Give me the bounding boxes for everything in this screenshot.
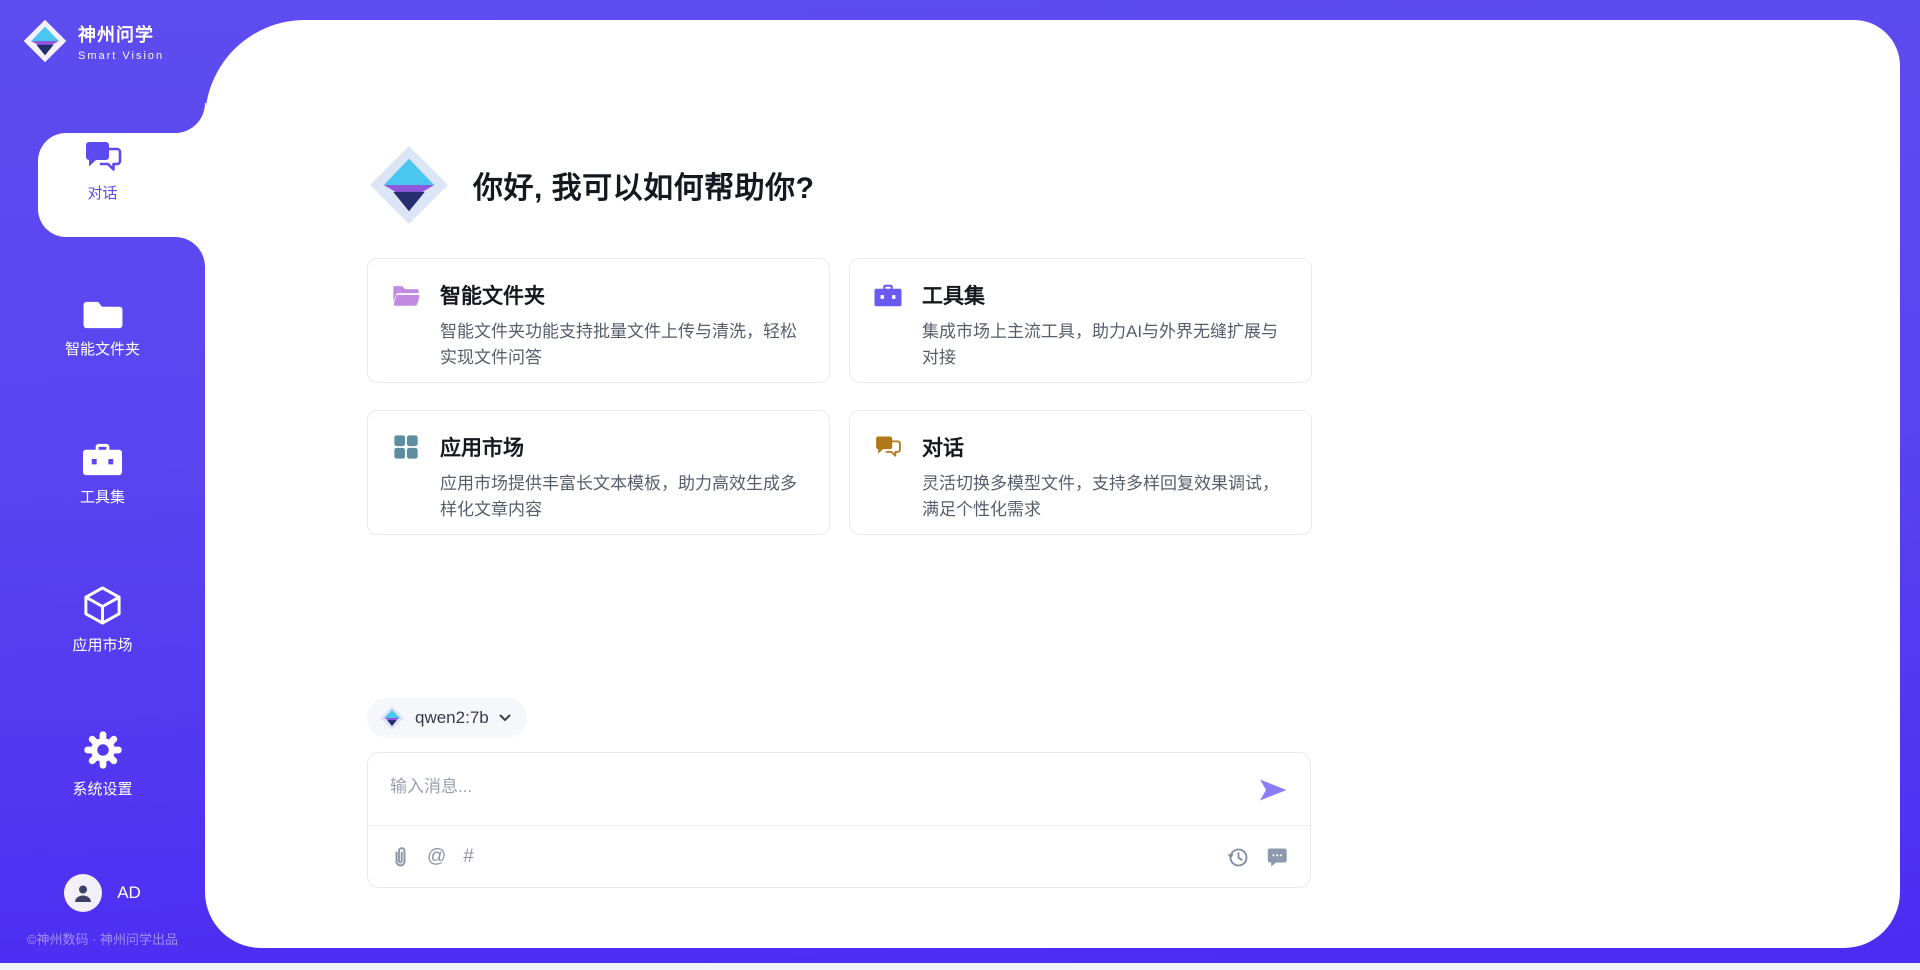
card-toolset[interactable]: 工具集 集成市场上主流工具，助力AI与外界无缝扩展与对接 xyxy=(849,258,1312,383)
attach-button[interactable] xyxy=(390,845,410,869)
main-content: 你好, 我可以如何帮助你? 智能文件夹 智能文件夹功能支持批量文件上传与清洗，轻… xyxy=(367,0,1312,970)
card-app-market[interactable]: 应用市场 应用市场提供丰富长文本模板，助力高效生成多样化文章内容 xyxy=(367,410,830,535)
user-profile[interactable]: AD xyxy=(0,874,205,912)
card-title: 智能文件夹 xyxy=(440,280,545,310)
grid-icon xyxy=(391,432,421,462)
send-button[interactable] xyxy=(1258,777,1288,803)
assistant-logo-icon xyxy=(367,143,451,227)
message-input[interactable] xyxy=(390,767,1230,807)
model-selector[interactable]: qwen2:7b xyxy=(367,698,527,738)
composer: @ # xyxy=(367,752,1311,888)
conversation-button[interactable] xyxy=(1266,847,1288,867)
gear-icon xyxy=(82,729,124,771)
sidebar-item-chat[interactable]: 对话 xyxy=(0,139,205,203)
sidebar-item-label: 应用市场 xyxy=(72,634,132,655)
sidebar-item-label: 系统设置 xyxy=(72,778,132,799)
model-logo-icon xyxy=(379,705,405,731)
composer-tools-right xyxy=(1227,846,1288,868)
chevron-down-icon xyxy=(499,714,511,722)
sidebar-item-smart-folder[interactable]: 智能文件夹 xyxy=(0,296,205,359)
folder-icon xyxy=(81,296,125,331)
card-title: 对话 xyxy=(922,432,964,462)
chat-filled-icon xyxy=(1266,847,1288,867)
hero: 你好, 我可以如何帮助你? xyxy=(367,143,815,227)
composer-toolbar: @ # xyxy=(368,825,1310,887)
sidebar: 神州问学 Smart Vision 对话 智能文件夹 工具集 xyxy=(0,0,205,970)
sidebar-item-label: 智能文件夹 xyxy=(65,338,140,359)
hashtag-button[interactable]: # xyxy=(463,847,474,866)
paperclip-icon xyxy=(390,845,410,869)
sidebar-item-settings[interactable]: 系统设置 xyxy=(0,729,205,799)
card-description: 应用市场提供丰富长文本模板，助力高效生成多样化文章内容 xyxy=(440,471,805,523)
history-icon xyxy=(1227,846,1249,868)
model-name: qwen2:7b xyxy=(415,708,489,728)
chat-bubbles-icon xyxy=(873,432,903,462)
chat-icon xyxy=(83,139,123,175)
brand-subtitle: Smart Vision xyxy=(78,50,164,62)
bottom-edge xyxy=(0,963,1920,970)
person-icon xyxy=(71,881,95,905)
card-title: 工具集 xyxy=(922,280,985,310)
brand-name: 神州问学 xyxy=(78,21,164,47)
avatar xyxy=(64,874,102,912)
card-chat[interactable]: 对话 灵活切换多模型文件，支持多样回复效果调试，满足个性化需求 xyxy=(849,410,1312,535)
brand: 神州问学 Smart Vision xyxy=(22,18,164,64)
user-name: AD xyxy=(117,883,141,903)
history-button[interactable] xyxy=(1227,846,1249,868)
greeting-title: 你好, 我可以如何帮助你? xyxy=(473,163,815,207)
card-description: 集成市场上主流工具，助力AI与外界无缝扩展与对接 xyxy=(922,319,1287,371)
composer-input-row xyxy=(368,753,1310,825)
send-icon xyxy=(1258,777,1288,803)
card-description: 灵活切换多模型文件，支持多样回复效果调试，满足个性化需求 xyxy=(922,471,1287,523)
sidebar-item-label: 工具集 xyxy=(80,486,125,507)
composer-tools-left: @ # xyxy=(390,845,474,869)
folder-open-icon xyxy=(391,280,421,310)
card-head: 工具集 xyxy=(873,280,1287,310)
briefcase-icon xyxy=(873,280,903,310)
card-head: 对话 xyxy=(873,432,1287,462)
mention-button[interactable]: @ xyxy=(427,847,446,866)
card-head: 应用市场 xyxy=(391,432,805,462)
toolbox-icon xyxy=(81,440,124,479)
feature-cards: 智能文件夹 智能文件夹功能支持批量文件上传与清洗，轻松实现文件问答 工具集 集成… xyxy=(367,258,1312,535)
sidebar-item-app-market[interactable]: 应用市场 xyxy=(0,584,205,655)
card-description: 智能文件夹功能支持批量文件上传与清洗，轻松实现文件问答 xyxy=(440,319,805,371)
card-title: 应用市场 xyxy=(440,432,524,462)
sidebar-item-label: 对话 xyxy=(87,182,117,203)
cube-icon xyxy=(81,584,124,627)
card-head: 智能文件夹 xyxy=(391,280,805,310)
copyright: ©神州数码 · 神州问学出品 xyxy=(0,929,205,948)
brand-logo-icon xyxy=(22,18,68,64)
card-smart-folder[interactable]: 智能文件夹 智能文件夹功能支持批量文件上传与清洗，轻松实现文件问答 xyxy=(367,258,830,383)
sidebar-item-toolset[interactable]: 工具集 xyxy=(0,440,205,507)
brand-text: 神州问学 Smart Vision xyxy=(78,21,164,62)
app-root: { "brand": { "name": "神州问学", "subtitle":… xyxy=(0,0,1920,970)
